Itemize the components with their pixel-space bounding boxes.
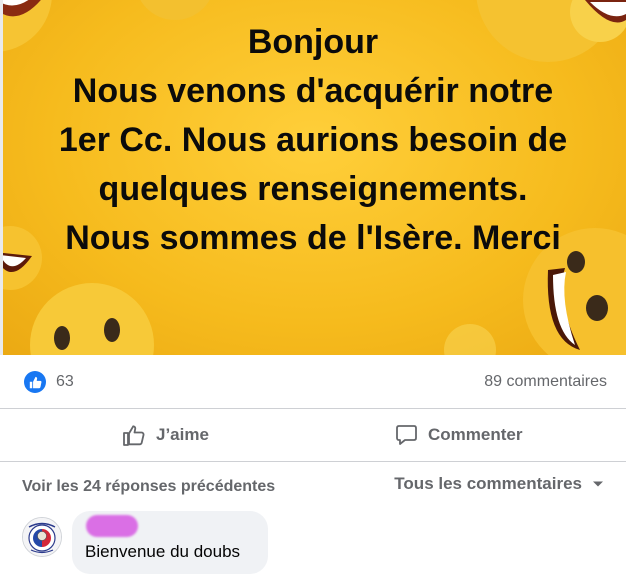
banner-text: Bonjour Nous venons d'acquérir notre 1er… [0,18,626,263]
comments-count[interactable]: 89 commentaires [484,373,607,391]
comment-sort-label: Tous les commentaires [394,474,582,493]
redacted-author-name[interactable] [86,515,138,537]
view-previous-replies-link[interactable]: Voir les 24 réponses précédentes [22,478,275,496]
post-image[interactable]: Bonjour Nous venons d'acquérir notre 1er… [0,0,626,355]
post-stats: 63 89 commentaires [0,356,626,409]
comment-sort-dropdown[interactable]: Tous les commentaires [394,474,604,494]
comment-icon [396,425,417,445]
reactions-count[interactable]: 63 [56,373,74,391]
comment-bubble: Bienvenue du doubs [72,511,268,574]
thumbs-up-icon [123,425,145,446]
banner-line: 1er Cc. Nous aurions besoin de [58,121,568,159]
banner-line: quelques renseignements. [98,170,528,208]
comment-text: Bienvenue du doubs [85,542,241,561]
banner-line: Nous sommes de l'Isère. Merci [65,219,561,257]
like-button-label: J’aime [156,425,209,444]
like-icon[interactable] [24,371,46,393]
profile-picture-icon [23,518,61,556]
commenter-avatar[interactable] [22,517,62,557]
comment-button[interactable]: Commenter [395,421,522,449]
comment-button-label: Commenter [428,425,523,444]
banner-line: Nous venons d'acquérir notre [72,72,554,110]
chevron-down-icon [593,481,603,487]
post-actions: J’aime Commenter [0,409,626,462]
banner-line: Bonjour [247,23,379,61]
like-button[interactable]: J’aime [122,421,209,449]
